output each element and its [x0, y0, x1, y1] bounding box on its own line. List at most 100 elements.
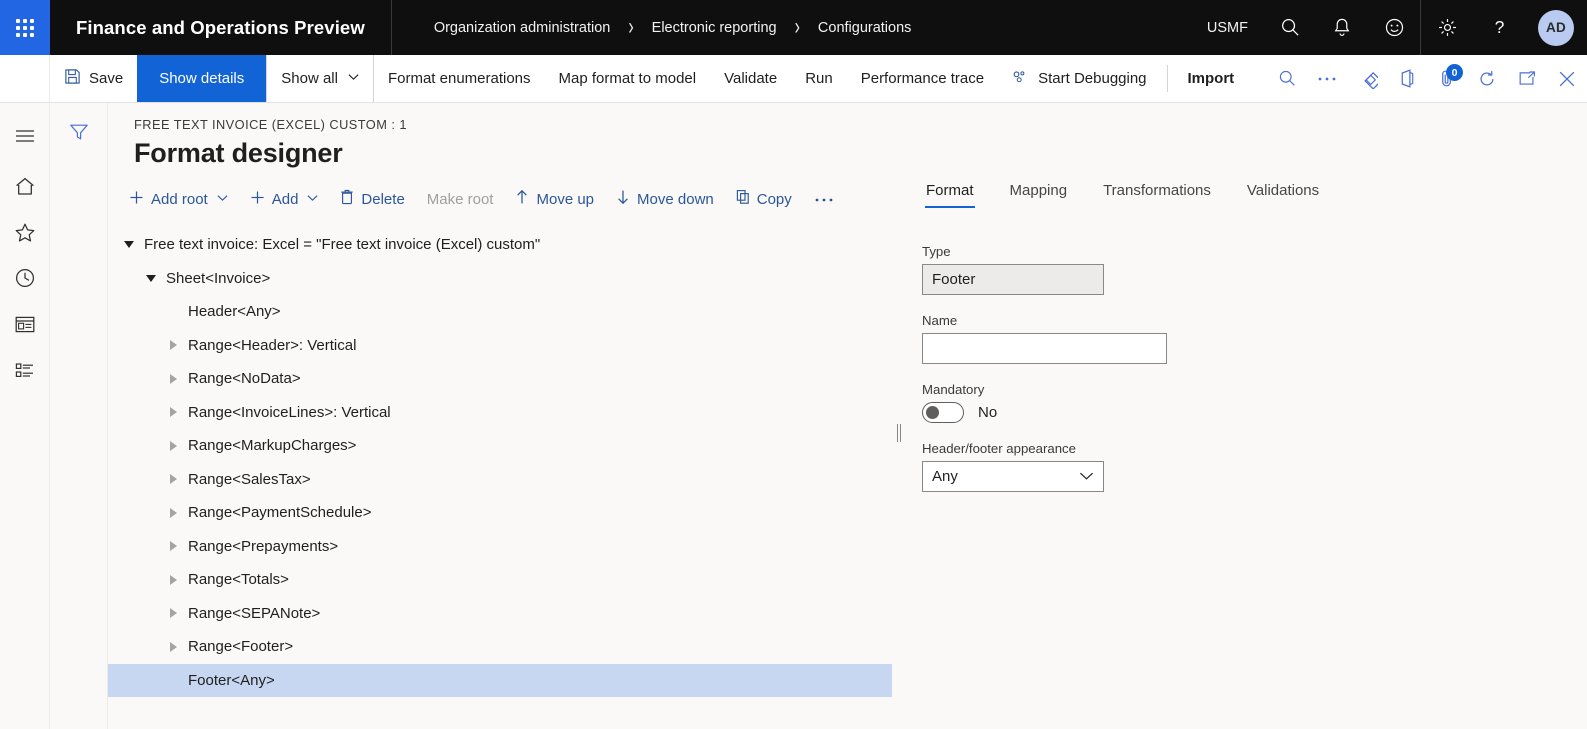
- app-title: Finance and Operations Preview: [76, 16, 365, 38]
- pane-splitter[interactable]: [892, 182, 906, 697]
- bell-icon[interactable]: [1316, 0, 1368, 55]
- tree-row[interactable]: Range<Footer>: [108, 630, 892, 664]
- breadcrumb-item-configurations[interactable]: Configurations: [814, 20, 916, 36]
- expander-collapsed-icon[interactable]: [162, 373, 184, 384]
- add-label: Add: [271, 190, 299, 208]
- tree-row[interactable]: Range<InvoiceLines>: Vertical: [108, 396, 892, 430]
- open-in-new-window-icon[interactable]: [1507, 55, 1547, 102]
- expander-collapsed-icon[interactable]: [162, 407, 184, 418]
- expander-collapsed-icon[interactable]: [162, 608, 184, 619]
- splitter-grip[interactable]: [897, 424, 901, 442]
- overflow-menu-icon[interactable]: [1307, 55, 1347, 102]
- modules-icon[interactable]: [0, 347, 50, 393]
- waffle-grid: [16, 18, 34, 37]
- add-button[interactable]: Add: [239, 183, 330, 215]
- validate-button[interactable]: Validate: [710, 55, 791, 102]
- tree-row[interactable]: Range<SEPANote>: [108, 597, 892, 631]
- company-selector[interactable]: USMF: [1191, 20, 1264, 36]
- panes-container: Add root Add Delete Make root Move up Mo…: [108, 182, 1587, 697]
- workspaces-icon[interactable]: [0, 301, 50, 347]
- app-launcher-icon[interactable]: [0, 0, 50, 55]
- import-button[interactable]: Import: [1174, 55, 1249, 102]
- expander-collapsed-icon[interactable]: [162, 507, 184, 518]
- mandatory-value: No: [978, 404, 998, 421]
- expander-collapsed-icon[interactable]: [162, 440, 184, 451]
- move-up-button[interactable]: Move up: [504, 183, 605, 215]
- add-root-button[interactable]: Add root: [118, 183, 239, 215]
- start-debugging-button[interactable]: Start Debugging: [998, 55, 1160, 102]
- expander-collapsed-icon[interactable]: [162, 541, 184, 552]
- expander-collapsed-icon[interactable]: [162, 641, 184, 652]
- name-input[interactable]: [922, 333, 1167, 364]
- save-icon: [64, 68, 81, 89]
- type-input: Footer: [922, 264, 1104, 295]
- office-apps-icon[interactable]: [1387, 55, 1427, 102]
- smiley-icon[interactable]: [1368, 0, 1420, 55]
- name-label: Name: [922, 313, 958, 328]
- expander-expanded-icon[interactable]: [140, 274, 162, 282]
- debug-icon: [1012, 69, 1030, 89]
- performance-trace-button[interactable]: Performance trace: [847, 55, 998, 102]
- tree-row[interactable]: Range<Prepayments>: [108, 530, 892, 564]
- gear-icon[interactable]: [1421, 0, 1473, 55]
- format-enumerations-button[interactable]: Format enumerations: [374, 55, 545, 102]
- breadcrumb-item-electronic-reporting[interactable]: Electronic reporting: [648, 20, 781, 36]
- search-icon[interactable]: [1267, 55, 1307, 102]
- avatar[interactable]: AD: [1538, 9, 1574, 46]
- page-header: FREE TEXT INVOICE (EXCEL) CUSTOM : 1 For…: [108, 103, 1587, 169]
- details-pane: Format Mapping Transformations Validations …: [906, 182, 1587, 697]
- tree-row[interactable]: Free text invoice: Excel = "Free text in…: [108, 228, 892, 262]
- copy-label: Copy: [756, 190, 792, 208]
- mandatory-toggle[interactable]: [922, 402, 964, 423]
- move-down-button[interactable]: Move down: [605, 183, 725, 215]
- map-format-to-model-button[interactable]: Map format to model: [545, 55, 711, 102]
- filter-icon[interactable]: [64, 117, 94, 147]
- import-label: Import: [1187, 70, 1235, 87]
- run-button[interactable]: Run: [791, 55, 847, 102]
- tree-row[interactable]: Sheet<Invoice>: [108, 262, 892, 296]
- delete-button[interactable]: Delete: [329, 183, 415, 215]
- close-icon[interactable]: [1547, 55, 1587, 102]
- mandatory-field: Mandatory No: [922, 382, 1587, 423]
- help-icon[interactable]: ?: [1473, 0, 1525, 55]
- show-all-dropdown[interactable]: Show all: [266, 55, 374, 102]
- appearance-select[interactable]: Any: [922, 461, 1104, 492]
- tree-overflow-button[interactable]: [803, 183, 845, 215]
- format-tree: Free text invoice: Excel = "Free text in…: [108, 228, 892, 697]
- power-apps-icon[interactable]: [1347, 55, 1387, 102]
- tab-validations[interactable]: Validations: [1229, 182, 1337, 208]
- tree-row[interactable]: Range<Header>: Vertical: [108, 329, 892, 363]
- save-button[interactable]: Save: [50, 55, 137, 102]
- show-details-button[interactable]: Show details: [137, 55, 267, 102]
- copy-button[interactable]: Copy: [725, 183, 803, 215]
- tree-row[interactable]: Range<SalesTax>: [108, 463, 892, 497]
- tab-mapping[interactable]: Mapping: [992, 182, 1086, 208]
- hamburger-icon[interactable]: [0, 113, 50, 159]
- tree-row[interactable]: Range<NoData>: [108, 362, 892, 396]
- appearance-label: Header/footer appearance: [922, 441, 1076, 456]
- tree-row-label: Range<PaymentSchedule>: [188, 504, 372, 522]
- home-icon[interactable]: [0, 163, 50, 209]
- expander-collapsed-icon[interactable]: [162, 474, 184, 485]
- breadcrumb-item-organization-administration[interactable]: Organization administration: [430, 20, 615, 36]
- tree-row[interactable]: Range<PaymentSchedule>: [108, 496, 892, 530]
- tree-row[interactable]: Footer<Any>: [108, 663, 892, 697]
- favorites-star-icon[interactable]: [0, 209, 50, 255]
- tab-transformations[interactable]: Transformations: [1085, 182, 1229, 208]
- tree-row[interactable]: Header<Any>: [108, 295, 892, 329]
- expander-collapsed-icon[interactable]: [162, 574, 184, 585]
- tree-row[interactable]: Range<Totals>: [108, 563, 892, 597]
- tree-row-label: Footer<Any>: [188, 671, 275, 689]
- plus-icon: [129, 190, 144, 209]
- tab-format[interactable]: Format: [908, 182, 992, 208]
- search-icon[interactable]: [1264, 0, 1316, 55]
- expander-collapsed-icon[interactable]: [162, 340, 184, 351]
- recent-clock-icon[interactable]: [0, 255, 50, 301]
- avatar-wrapper: AD: [1525, 0, 1587, 55]
- refresh-icon[interactable]: [1467, 55, 1507, 102]
- format-enumerations-label: Format enumerations: [387, 70, 531, 87]
- expander-expanded-icon[interactable]: [118, 241, 140, 249]
- page-body: FREE TEXT INVOICE (EXCEL) CUSTOM : 1 For…: [0, 103, 1587, 729]
- attachments-icon[interactable]: 0: [1427, 55, 1467, 102]
- tree-row[interactable]: Range<MarkupCharges>: [108, 429, 892, 463]
